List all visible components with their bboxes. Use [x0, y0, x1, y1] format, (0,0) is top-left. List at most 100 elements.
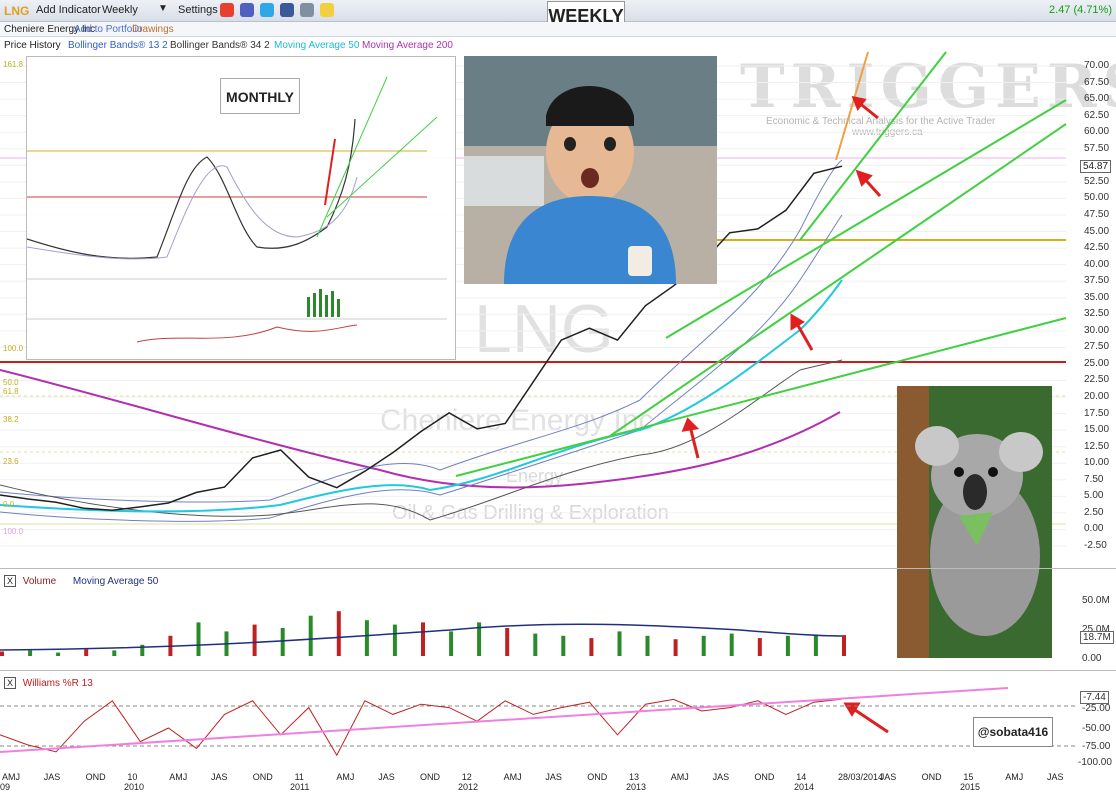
- photo-man-svg: [464, 56, 717, 284]
- fib-label: 100.0: [3, 527, 24, 536]
- x-axis-tick: OND: [587, 772, 608, 782]
- price-axis-tick: 45.00: [1084, 225, 1110, 237]
- fib-label: 100.0: [3, 344, 24, 353]
- fib-label: 0.0: [3, 500, 15, 509]
- x-axis-tick: AMJ: [336, 772, 355, 782]
- last-price-badge: 54.87: [1080, 160, 1112, 173]
- x-axis-tick: JAS: [43, 772, 61, 782]
- x-axis-tick: 13: [629, 772, 640, 782]
- x-axis-tick: JAS: [545, 772, 562, 782]
- price-axis-tick: 15.00: [1084, 424, 1110, 436]
- wr-axis-label: -50.00: [1082, 723, 1111, 734]
- price-axis-tick: 70.00: [1084, 60, 1110, 71]
- inset-trendline: [326, 116, 438, 218]
- price-axis-tick: 7.50: [1084, 473, 1104, 485]
- price-axis-tick: 20.00: [1084, 391, 1110, 403]
- x-axis-year: 2014: [794, 782, 815, 792]
- wr-axis-label: -100.00: [1078, 757, 1112, 768]
- price-axis-tick: 30.00: [1084, 324, 1110, 336]
- price-axis-tick: 37.50: [1084, 275, 1110, 287]
- x-axis-tick: OND: [754, 772, 775, 782]
- price-axis-tick: 60.00: [1084, 126, 1110, 138]
- fib-label: 38.2: [3, 415, 19, 424]
- price-axis-tick: 2.50: [1084, 506, 1104, 518]
- trendline: [665, 99, 1067, 339]
- x-axis-tick: JAS: [211, 772, 228, 782]
- x-axis-tick: 12: [461, 772, 472, 782]
- inset-arrow: [324, 138, 336, 206]
- koala-ear: [915, 426, 959, 466]
- fib-label: 61.8: [3, 387, 19, 396]
- x-axis-tick: 15: [963, 772, 974, 782]
- koala-nose: [963, 474, 987, 510]
- price-axis-tick: 27.50: [1084, 341, 1110, 353]
- volume-title[interactable]: Volume: [23, 576, 56, 587]
- x-axis-tick: JAS: [378, 772, 395, 782]
- x-axis-tick: OND: [921, 772, 942, 782]
- price-axis-tick: 35.00: [1084, 291, 1110, 303]
- close-icon[interactable]: X: [4, 575, 16, 587]
- volume-panel: X Volume Moving Average 50 50.0M 25.0M 0…: [0, 568, 1116, 668]
- x-axis-tick: JAS: [712, 772, 730, 782]
- price-axis-tick: 50.00: [1084, 192, 1110, 204]
- x-axis-tick: OND: [420, 772, 440, 782]
- price-axis-tick: 10.00: [1084, 457, 1110, 469]
- koala-ear: [999, 432, 1043, 472]
- price-axis-tick: 12.50: [1084, 440, 1110, 452]
- price-axis-tick: 32.50: [1084, 308, 1110, 320]
- x-axis-tick: 11: [294, 772, 304, 782]
- x-axis-tick: AMJ: [670, 772, 689, 782]
- price-axis-tick: 67.50: [1084, 76, 1110, 88]
- x-axis-tick: JAS: [879, 772, 897, 782]
- close-icon[interactable]: X: [4, 677, 16, 689]
- x-axis-year: 2015: [960, 782, 981, 792]
- trendline: [799, 51, 947, 241]
- williams-r-panel: X Williams %R 13 -25.00 -50.00 -75.00 -1…: [0, 670, 1116, 774]
- x-axis-tick: AMJ: [503, 772, 522, 782]
- x-axis-tick: OND: [85, 772, 106, 782]
- cup-shape: [628, 246, 652, 276]
- fib-label: 161.8: [3, 60, 24, 69]
- fib-label: 23.6: [3, 457, 19, 466]
- x-axis-year: 2012: [458, 782, 479, 792]
- price-axis-tick: -2.50: [1084, 540, 1107, 551]
- price-axis-tick: 42.50: [1084, 242, 1110, 254]
- reaction-photo-man: [464, 56, 717, 284]
- x-axis-year: 2010: [124, 782, 145, 792]
- volume-axis-label: 50.0M: [1082, 595, 1110, 606]
- price-axis-tick: 0.00: [1084, 523, 1104, 535]
- x-axis-tick: OND: [252, 772, 273, 782]
- price-axis-tick: 47.50: [1084, 208, 1110, 220]
- x-axis-tick: 14: [796, 772, 807, 782]
- volume-axis-label: 0.00: [1082, 653, 1102, 664]
- wr-title[interactable]: Williams %R 13: [23, 678, 93, 689]
- price-axis-tick: 57.50: [1084, 142, 1110, 154]
- inset-wr-line: [136, 324, 358, 343]
- x-axis-tick: AMJ: [169, 772, 188, 782]
- volume-last-badge: 18.7M: [1080, 631, 1114, 644]
- x-axis-tick: 28/03/2014: [838, 772, 884, 782]
- x-axis-tick: JAS: [1047, 772, 1064, 782]
- x-axis-tick: 10: [127, 772, 138, 782]
- x-axis-year: 09: [0, 782, 11, 792]
- x-axis-year: 2011: [290, 782, 310, 792]
- volume-ma-title[interactable]: Moving Average 50: [73, 576, 158, 587]
- price-axis-tick: 25.00: [1084, 357, 1110, 369]
- wr-panel-header: X Williams %R 13: [4, 677, 93, 689]
- x-axis: AMJ JAS OND 10 AMJ JAS OND 11 AMJ JAS OND 12 AMJ JAS O…: [0, 770, 1116, 792]
- wr-last-badge: -7.44: [1080, 691, 1109, 704]
- inset-bb-line: [27, 165, 358, 260]
- fib-label: 50.0: [3, 378, 19, 387]
- price-axis-tick: 5.00: [1084, 490, 1104, 502]
- inset-volume-bars: [307, 289, 340, 317]
- inset-price-line: [27, 118, 356, 259]
- price-axis-tick: 40.00: [1084, 258, 1110, 270]
- volume-panel-header: X Volume Moving Average 50: [4, 575, 158, 587]
- monthly-label: MONTHLY: [220, 78, 300, 114]
- price-axis-tick: 62.50: [1084, 109, 1110, 121]
- inset-trendline: [316, 76, 388, 238]
- price-axis-tick: 65.00: [1084, 93, 1110, 105]
- price-axis-tick: 52.50: [1084, 175, 1110, 187]
- x-axis-year: 2013: [626, 782, 647, 792]
- x-axis-tick: AMJ: [2, 772, 20, 782]
